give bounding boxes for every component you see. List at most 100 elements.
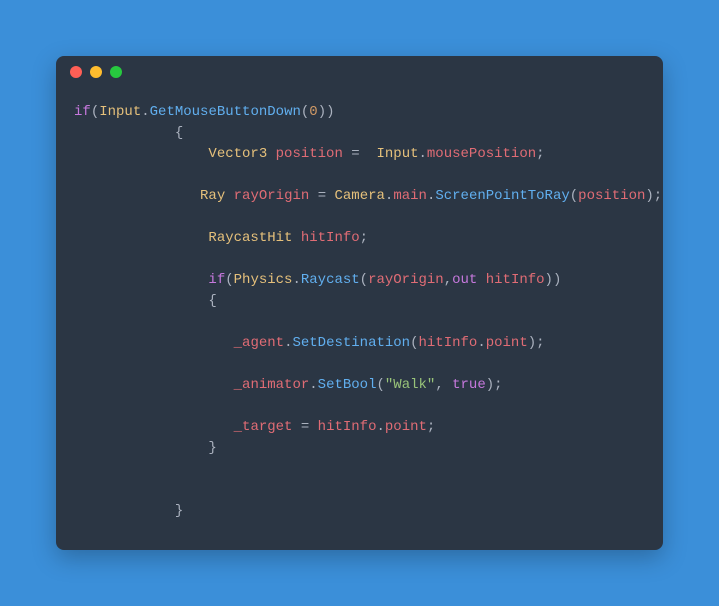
code-token: hitInfo xyxy=(301,230,360,246)
code-token: , xyxy=(435,377,452,393)
code-token: Vector3 xyxy=(208,146,267,162)
code-token xyxy=(74,125,175,141)
code-token xyxy=(74,419,234,435)
code-token: Raycast xyxy=(301,272,360,288)
code-token xyxy=(343,146,351,162)
code-token: hitInfo xyxy=(419,335,478,351)
code-line xyxy=(74,354,645,375)
code-line xyxy=(74,165,645,186)
code-token xyxy=(74,440,208,456)
code-token: _agent xyxy=(234,335,284,351)
code-token: Input xyxy=(376,146,418,162)
code-token: )) xyxy=(545,272,562,288)
code-token: hitInfo xyxy=(486,272,545,288)
code-token: ; xyxy=(536,146,544,162)
code-token xyxy=(74,335,234,351)
code-token: ( xyxy=(91,104,99,120)
zoom-icon[interactable] xyxy=(110,66,122,78)
code-token: } xyxy=(208,440,216,456)
code-token xyxy=(360,146,377,162)
code-token: out xyxy=(452,272,477,288)
code-token: Physics xyxy=(234,272,293,288)
code-token: } xyxy=(175,503,183,519)
code-token: )) xyxy=(318,104,335,120)
code-line xyxy=(74,207,645,228)
code-token: point xyxy=(486,335,528,351)
code-line: { xyxy=(74,123,645,144)
code-line: } xyxy=(74,501,645,522)
code-token: _target xyxy=(234,419,293,435)
code-token: ; xyxy=(360,230,368,246)
code-token xyxy=(292,419,300,435)
code-token: rayOrigin xyxy=(234,188,310,204)
code-token: ); xyxy=(645,188,662,204)
code-line: { xyxy=(74,291,645,312)
code-token xyxy=(74,503,175,519)
code-token: ( xyxy=(360,272,368,288)
code-token: Camera xyxy=(335,188,385,204)
code-token: ); xyxy=(486,377,503,393)
code-token xyxy=(74,146,208,162)
code-token xyxy=(74,272,208,288)
code-token: if xyxy=(208,272,225,288)
code-token: point xyxy=(385,419,427,435)
code-token: { xyxy=(208,293,216,309)
code-block: if(Input.GetMouseButtonDown(0)) { Vector… xyxy=(56,88,663,542)
close-icon[interactable] xyxy=(70,66,82,78)
code-token: ); xyxy=(528,335,545,351)
code-token: SetBool xyxy=(318,377,377,393)
code-line xyxy=(74,459,645,480)
code-token: position xyxy=(578,188,645,204)
code-token: ; xyxy=(427,419,435,435)
code-token: Input xyxy=(99,104,141,120)
code-token: position xyxy=(276,146,343,162)
code-token: . xyxy=(419,146,427,162)
code-line xyxy=(74,312,645,333)
code-token: hitInfo xyxy=(318,419,377,435)
code-token: ( xyxy=(376,377,384,393)
code-token xyxy=(267,146,275,162)
code-token: "Walk" xyxy=(385,377,435,393)
code-token xyxy=(477,272,485,288)
code-line: Vector3 position = Input.mousePosition; xyxy=(74,144,645,165)
code-token: = xyxy=(301,419,309,435)
code-token: = xyxy=(318,188,326,204)
code-token: . xyxy=(309,377,317,393)
code-token: . xyxy=(477,335,485,351)
code-token: = xyxy=(351,146,359,162)
code-window: if(Input.GetMouseButtonDown(0)) { Vector… xyxy=(56,56,663,550)
code-token: Ray xyxy=(200,188,225,204)
code-token: ( xyxy=(225,272,233,288)
code-token: main xyxy=(393,188,427,204)
code-line xyxy=(74,396,645,417)
code-line: Ray rayOrigin = Camera.main.ScreenPointT… xyxy=(74,186,645,207)
code-token: GetMouseButtonDown xyxy=(150,104,301,120)
window-titlebar xyxy=(56,56,663,88)
code-token: . xyxy=(376,419,384,435)
code-line: if(Physics.Raycast(rayOrigin,out hitInfo… xyxy=(74,270,645,291)
code-token: true xyxy=(452,377,486,393)
code-line: RaycastHit hitInfo; xyxy=(74,228,645,249)
code-token: , xyxy=(444,272,452,288)
code-token xyxy=(309,188,317,204)
code-token: _animator xyxy=(234,377,310,393)
code-token xyxy=(225,188,233,204)
code-token: ( xyxy=(410,335,418,351)
code-token: RaycastHit xyxy=(208,230,292,246)
code-token: if xyxy=(74,104,91,120)
code-token xyxy=(74,188,200,204)
code-token xyxy=(74,377,234,393)
code-line xyxy=(74,249,645,270)
minimize-icon[interactable] xyxy=(90,66,102,78)
code-token xyxy=(74,293,208,309)
code-line xyxy=(74,480,645,501)
code-token xyxy=(292,230,300,246)
code-token: rayOrigin xyxy=(368,272,444,288)
code-token: SetDestination xyxy=(292,335,410,351)
code-token: 0 xyxy=(309,104,317,120)
code-token: ScreenPointToRay xyxy=(435,188,569,204)
code-token xyxy=(309,419,317,435)
code-token: { xyxy=(175,125,183,141)
code-line: _animator.SetBool("Walk", true); xyxy=(74,375,645,396)
code-line: _target = hitInfo.point; xyxy=(74,417,645,438)
